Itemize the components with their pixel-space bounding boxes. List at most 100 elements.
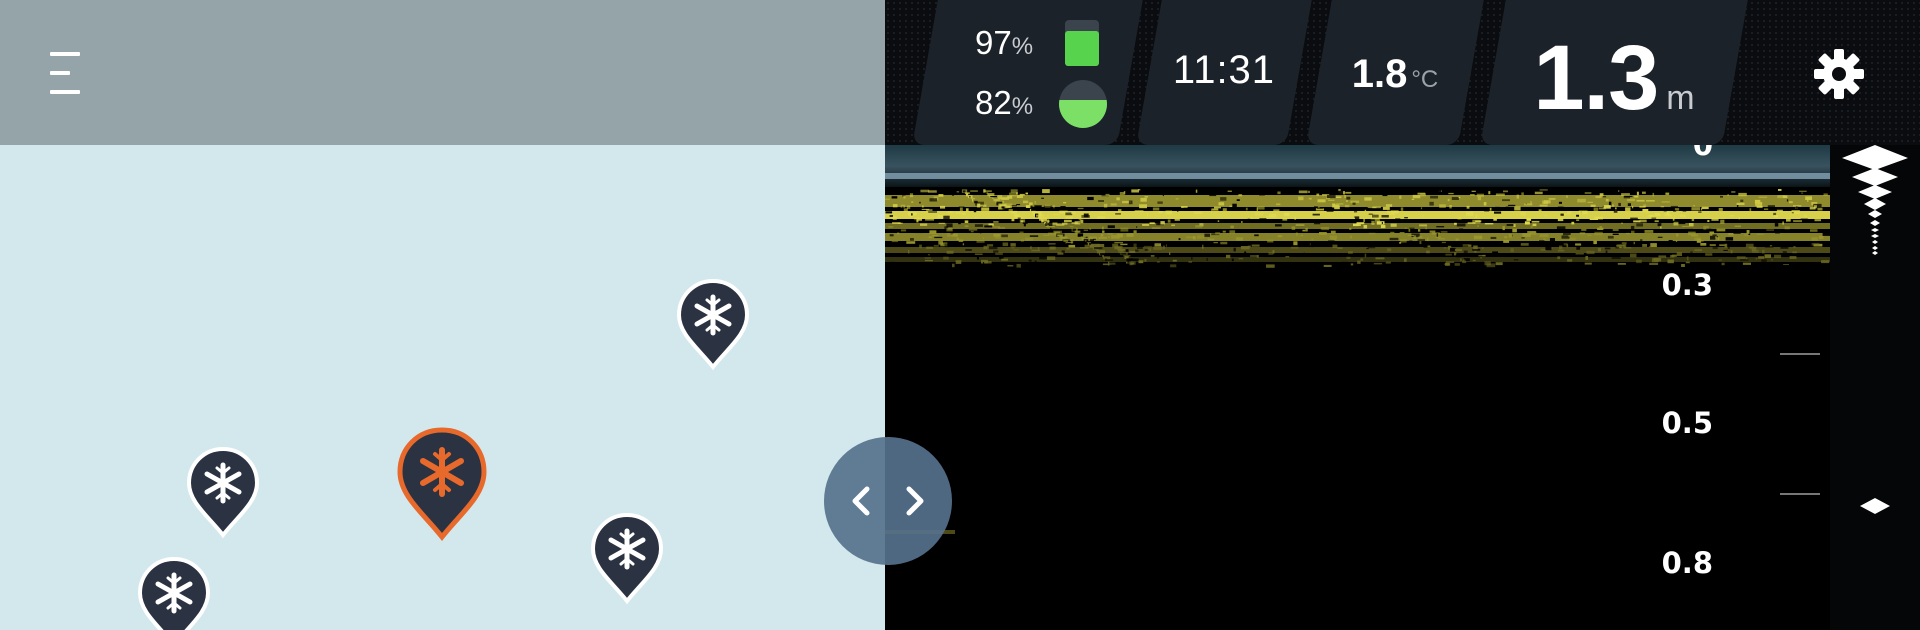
sonar-echo	[1495, 193, 1505, 196]
sonar-echo	[946, 250, 954, 254]
sonar-echo	[1577, 198, 1586, 203]
map-pin[interactable]	[186, 446, 260, 539]
map-pin[interactable]	[676, 278, 750, 371]
sonar-echo	[929, 198, 938, 202]
sonar-echo	[1135, 249, 1139, 252]
sonar-echo	[1400, 239, 1407, 243]
sonar-echo	[1006, 220, 1010, 222]
depth-label-0-8: 0.8	[1661, 546, 1713, 580]
sonar-echo	[1427, 237, 1429, 242]
sonar-echo	[888, 208, 895, 211]
sonar-echo	[1125, 249, 1129, 252]
sonar-echo	[1087, 196, 1094, 201]
sonar-echo	[1679, 214, 1686, 218]
sonar-echo	[1167, 219, 1171, 223]
sonar-echo	[976, 255, 979, 260]
sonar-echo	[993, 221, 999, 223]
map-pin[interactable]	[137, 556, 211, 630]
sonar-echo	[1128, 200, 1133, 205]
sonar-echo	[1593, 240, 1597, 245]
sonar-echo	[1694, 237, 1701, 241]
sonar-echo	[1106, 259, 1113, 261]
sonar-echo	[1736, 256, 1746, 260]
sonar-echo	[1593, 207, 1599, 212]
sonar-echo	[1621, 222, 1623, 224]
sonar-echo	[1178, 238, 1181, 241]
sonar-echo	[1031, 249, 1040, 252]
sonar-echo	[1793, 246, 1796, 248]
sonar-echo	[1134, 210, 1144, 212]
sonar-echo	[892, 222, 901, 224]
sonar-echo	[1248, 242, 1258, 244]
sonar-echo	[1520, 212, 1526, 216]
sonar-echo	[1048, 243, 1056, 245]
sonar-echo	[1302, 229, 1306, 232]
sonar-echo	[1337, 247, 1343, 249]
sonar-echo	[1727, 241, 1732, 245]
sonar-echo	[1727, 246, 1730, 249]
sonar-echo	[1036, 214, 1045, 217]
sonar-echo	[1502, 199, 1510, 202]
sonar-echo	[987, 193, 995, 197]
sonar-echo	[1672, 217, 1675, 221]
sonar-echo	[1456, 223, 1466, 227]
sonar-echo	[1335, 196, 1342, 198]
map-pin[interactable]	[590, 512, 664, 605]
sonar-echo	[1430, 195, 1438, 199]
sonar-echo	[1350, 235, 1352, 239]
sonar-echo	[1298, 196, 1304, 201]
gear-icon[interactable]	[1813, 48, 1865, 100]
sonar-echo	[1144, 196, 1149, 198]
sonar-echo	[1563, 232, 1571, 236]
sonar-echo	[903, 208, 908, 213]
sonar-echo	[1098, 200, 1104, 202]
map-view[interactable]	[0, 0, 885, 630]
sonar-echo	[1294, 216, 1297, 220]
split-view-toggle[interactable]	[824, 437, 952, 565]
sonar-echo	[1694, 249, 1702, 251]
sonar-echo	[1360, 258, 1364, 261]
sonar-echo	[1419, 224, 1427, 227]
sonar-echo	[1366, 248, 1369, 250]
sonar-echo	[1718, 208, 1723, 212]
hamburger-menu-icon[interactable]	[40, 50, 94, 96]
sonar-echo	[962, 243, 965, 246]
sonar-echo	[1742, 262, 1751, 265]
map-pin-selected[interactable]	[396, 426, 488, 542]
sonar-echo	[1273, 209, 1280, 212]
sonar-echo	[981, 207, 990, 211]
sonar-echo	[1362, 207, 1370, 210]
sonar-echo	[1454, 248, 1462, 251]
sonar-echo	[1425, 226, 1427, 230]
sonar-echo	[1631, 230, 1635, 234]
sonar-echo	[1739, 259, 1749, 261]
sonar-echo	[1762, 249, 1765, 254]
sonar-echo	[1233, 247, 1236, 252]
sonar-echo	[1807, 198, 1809, 202]
sonar-echo	[1670, 205, 1678, 208]
sonar-echo	[1152, 207, 1160, 211]
map-pin-marker	[397, 427, 487, 542]
sonar-echo	[1011, 231, 1016, 233]
sonar-echo	[1718, 259, 1722, 261]
sonar-echo	[1169, 251, 1171, 255]
sonar-echo	[1563, 243, 1568, 246]
sonar-echo	[1209, 193, 1217, 197]
sonar-echo	[1285, 256, 1290, 258]
sonar-echo	[965, 249, 972, 251]
sonar-echo	[1399, 232, 1405, 234]
sonar-echo	[1160, 221, 1165, 225]
sonar-echo	[1459, 228, 1464, 232]
sonar-view[interactable]: 0 0.3 0.5 0.8 97% 82% 11:31 1.8 °C 1.3 m	[885, 0, 1920, 630]
sonar-echo	[1308, 190, 1310, 193]
sonar-echo	[1485, 219, 1492, 223]
sonar-echo	[1102, 226, 1104, 230]
sonar-echo	[1678, 221, 1686, 225]
sonar-echo	[1646, 200, 1655, 202]
sonar-echo	[1328, 240, 1335, 245]
sonar-echo	[1604, 247, 1611, 250]
sonar-echo	[1358, 224, 1361, 226]
sonar-echo	[1691, 207, 1700, 211]
sonar-echo	[1011, 211, 1016, 213]
depth-value: 1.3	[1533, 27, 1659, 129]
